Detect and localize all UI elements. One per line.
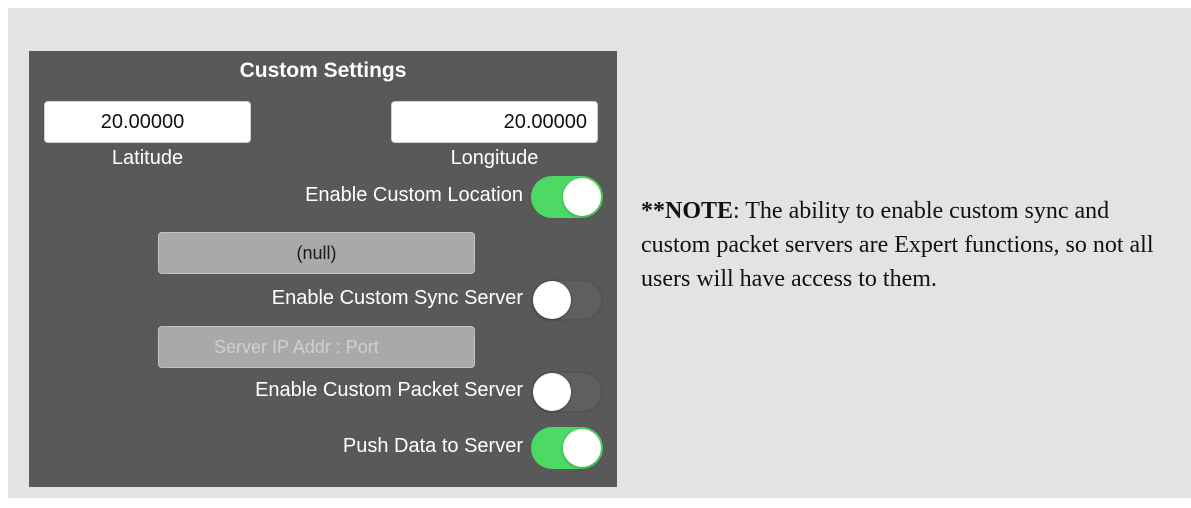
page-frame: Custom Settings 20.00000 20.00000 Latitu…: [8, 8, 1191, 498]
panel-title: Custom Settings: [239, 59, 407, 82]
custom-sync-toggle[interactable]: [531, 279, 603, 321]
custom-settings-panel: Custom Settings 20.00000 20.00000 Latitu…: [29, 51, 617, 487]
note-text: **NOTE: The ability to enable custom syn…: [641, 194, 1181, 296]
longitude-label: Longitude: [450, 147, 539, 169]
sync-server-field[interactable]: (null): [158, 232, 475, 274]
longitude-input[interactable]: 20.00000: [391, 101, 598, 143]
toggle-knob: [563, 429, 601, 467]
note-prefix: **NOTE: [641, 198, 734, 224]
custom-packet-label: Enable Custom Packet Server: [255, 379, 523, 401]
latitude-input[interactable]: 20.00000: [44, 101, 251, 143]
toggle-knob: [533, 373, 571, 411]
push-data-toggle[interactable]: [531, 427, 603, 469]
toggle-knob: [563, 178, 601, 216]
latitude-label: Latitude: [111, 147, 184, 169]
packet-server-field[interactable]: Server IP Addr : Port: [158, 326, 475, 368]
custom-location-toggle[interactable]: [531, 176, 603, 218]
toggle-knob: [533, 281, 571, 319]
custom-location-label: Enable Custom Location: [305, 184, 523, 206]
push-data-label: Push Data to Server: [342, 435, 523, 457]
custom-packet-toggle[interactable]: [531, 371, 603, 413]
custom-sync-label: Enable Custom Sync Server: [271, 287, 523, 309]
